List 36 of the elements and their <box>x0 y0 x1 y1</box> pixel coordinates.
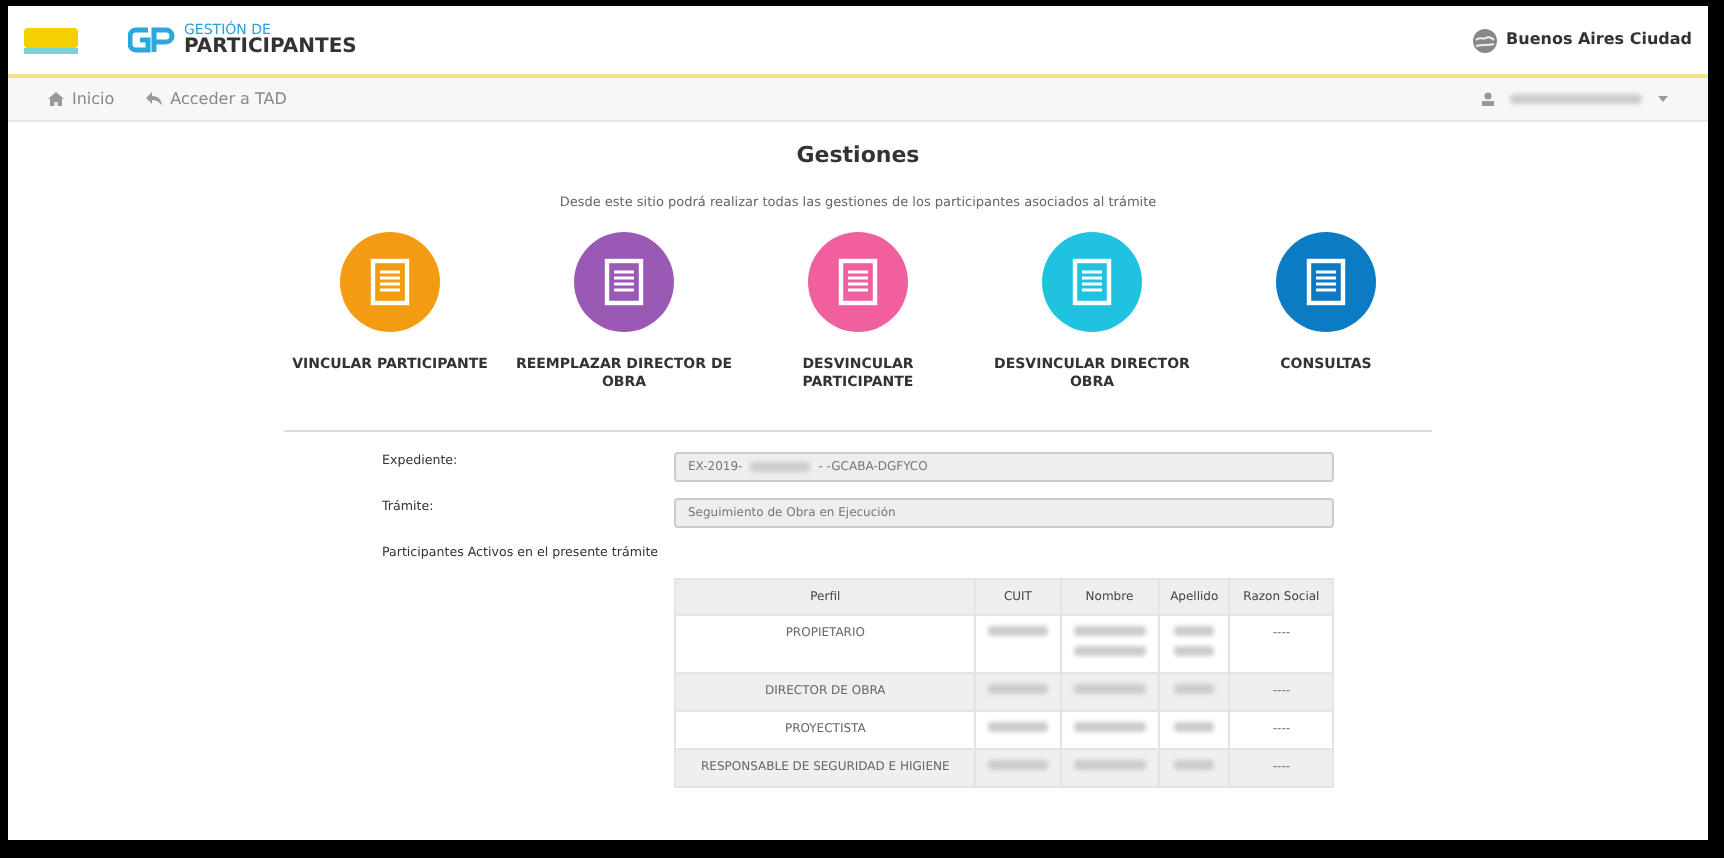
city-logo <box>24 24 80 56</box>
action-button[interactable] <box>1042 232 1142 333</box>
caret-icon[interactable] <box>1658 96 1668 102</box>
city-name: Buenos Aires Ciudad <box>1506 28 1692 52</box>
redacted-text <box>1073 626 1146 637</box>
action-button[interactable] <box>340 232 440 333</box>
reply-arrow-icon <box>146 92 163 106</box>
document-icon <box>1072 258 1112 307</box>
logo-text: PARTICIPANTES <box>184 37 357 57</box>
globe-icon <box>1472 27 1499 53</box>
document-icon <box>370 258 410 307</box>
action-button[interactable] <box>574 232 674 333</box>
redacted-text <box>1174 684 1215 695</box>
redacted-text <box>987 684 1048 695</box>
action-button[interactable] <box>808 232 908 333</box>
redacted-text <box>1073 722 1146 733</box>
redacted-text <box>1174 722 1215 733</box>
user-icon <box>1482 92 1494 106</box>
redacted-text <box>1174 760 1215 771</box>
redacted-text <box>1073 646 1146 657</box>
redacted-text <box>1174 626 1215 637</box>
redacted-text <box>987 760 1048 771</box>
document-icon <box>838 258 878 307</box>
redacted-text <box>1073 760 1146 771</box>
redacted-username <box>1510 94 1642 104</box>
document-icon <box>1306 258 1346 307</box>
redacted-text <box>1073 684 1146 695</box>
redacted-text <box>987 626 1048 637</box>
redacted-text <box>987 722 1048 733</box>
redacted-number <box>750 461 811 472</box>
gp-logo-icon <box>128 24 176 56</box>
home-icon <box>48 92 64 106</box>
redacted-text <box>1174 646 1215 657</box>
page-title: Gestiones <box>796 140 920 172</box>
document-icon <box>604 258 644 307</box>
action-button[interactable] <box>1276 232 1376 333</box>
